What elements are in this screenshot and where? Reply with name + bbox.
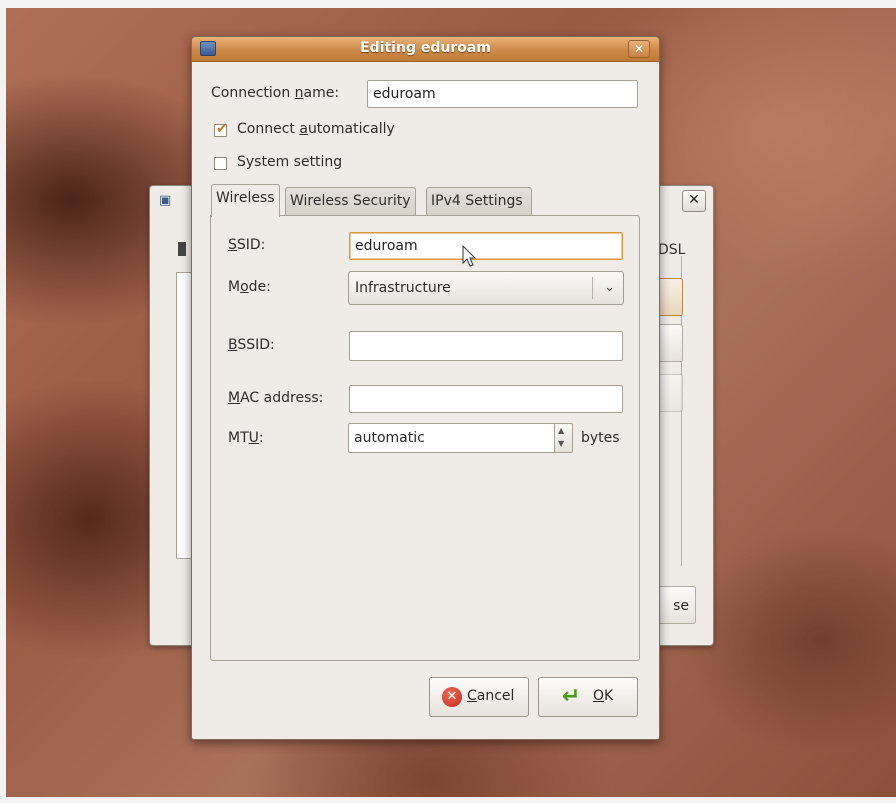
network-app-icon: ▣ [159, 193, 172, 208]
decrement-icon[interactable]: ▼ [558, 439, 564, 448]
delete-connection-button[interactable] [656, 374, 683, 412]
title-bar[interactable]: Editing eduroam ✕ [192, 37, 659, 62]
mtu-spinner[interactable]: automatic ▲ ▼ [348, 423, 574, 453]
mac-address-field[interactable] [349, 385, 623, 413]
mouse-cursor-icon [462, 245, 477, 267]
mode-dropdown[interactable]: Infrastructure ⌄ [348, 271, 624, 305]
mtu-label: MTU: [228, 430, 264, 446]
tab-wireless[interactable]: Wireless [211, 184, 280, 217]
increment-icon[interactable]: ▲ [558, 426, 564, 435]
ssid-label: SSID: [228, 237, 266, 253]
mode-label: Mode: [228, 279, 271, 295]
mtu-stepper[interactable]: ▲ ▼ [555, 423, 573, 453]
connect-automatically-label[interactable]: Connect automatically [237, 121, 395, 137]
cancel-button[interactable]: ✕ Cancel [429, 677, 529, 717]
connection-type-icon [178, 242, 186, 256]
background-close-button[interactable]: ✕ [682, 190, 706, 212]
cancel-icon: ✕ [442, 687, 462, 707]
checkmark-icon: ✔ [216, 121, 228, 137]
add-connection-button[interactable] [656, 278, 683, 316]
cancel-label: Cancel [467, 688, 515, 704]
ok-arrow-icon: ↵ [561, 684, 581, 709]
edit-connection-button[interactable] [656, 324, 683, 362]
tab-wireless-security[interactable]: Wireless Security [285, 187, 416, 215]
bssid-field[interactable] [349, 331, 623, 361]
mac-address-label: MAC address: [228, 390, 324, 406]
dialog-title: Editing eduroam [360, 40, 491, 56]
system-setting-label[interactable]: System setting [237, 154, 342, 170]
close-icon[interactable]: ✕ [628, 40, 650, 58]
editing-connection-dialog: Editing eduroam ✕ Connection name: eduro… [191, 36, 660, 740]
mode-value: Infrastructure [355, 280, 451, 296]
ok-button[interactable]: ↵ OK [538, 677, 638, 717]
mtu-field[interactable]: automatic [348, 423, 555, 453]
dropdown-separator [592, 277, 593, 299]
connection-name-label: Connection name: [211, 85, 340, 101]
system-setting-checkbox[interactable] [214, 157, 227, 170]
chevron-down-icon: ⌄ [604, 280, 615, 295]
ok-label: OK [593, 688, 614, 704]
connection-name-field[interactable]: eduroam [367, 80, 638, 108]
ssid-field[interactable]: eduroam [349, 232, 623, 260]
mtu-unit-label: bytes [581, 430, 620, 446]
connect-automatically-checkbox[interactable]: ✔ [214, 121, 228, 137]
tab-ipv4-settings[interactable]: IPv4 Settings [426, 187, 532, 215]
close-button[interactable]: se [656, 586, 696, 624]
bssid-label: BSSID: [228, 337, 275, 353]
